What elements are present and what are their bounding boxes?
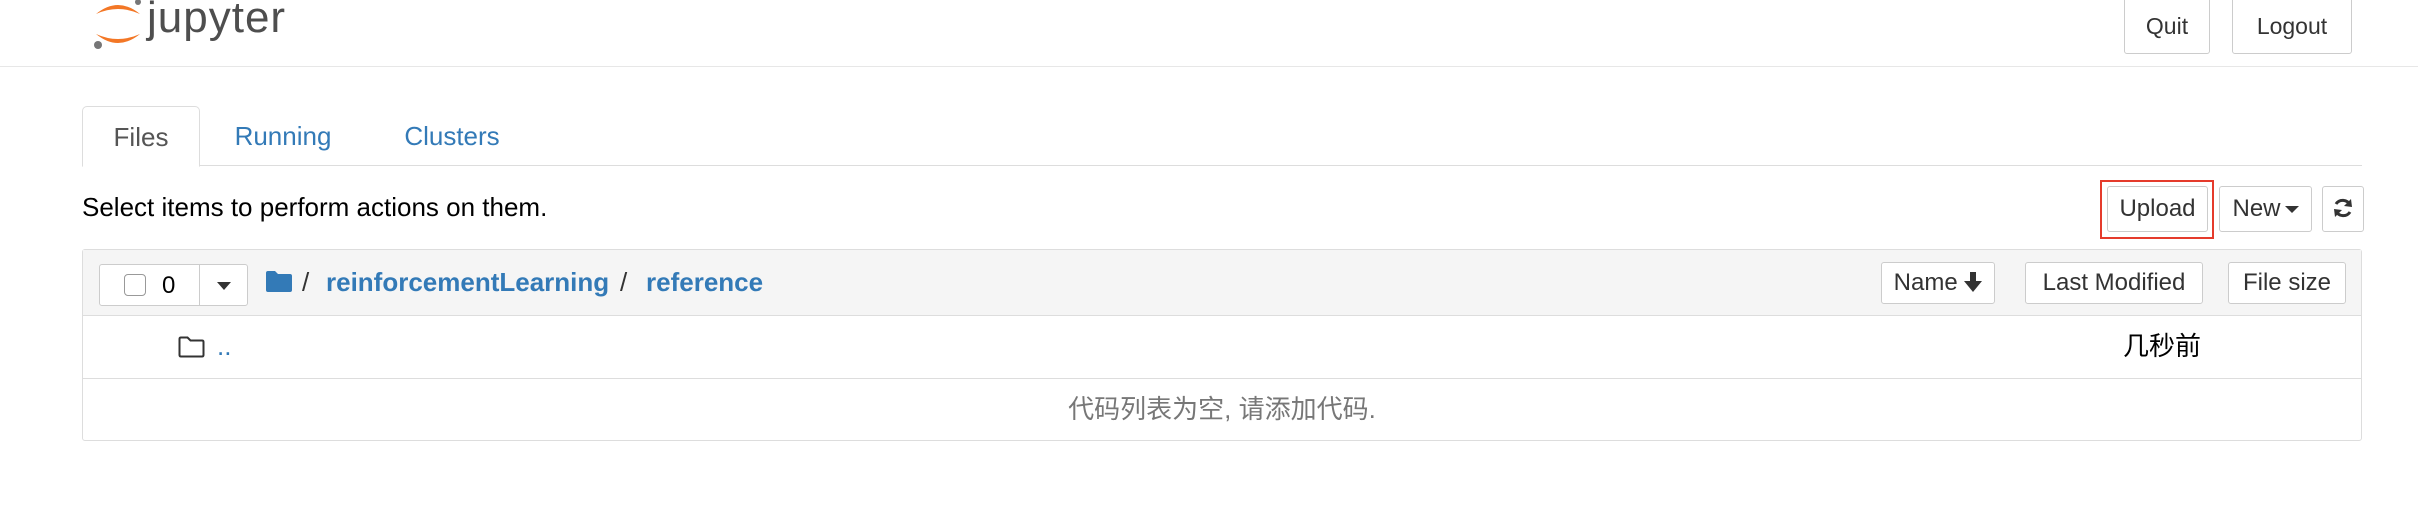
folder-root-icon[interactable] xyxy=(266,270,292,292)
refresh-button[interactable] xyxy=(2322,186,2364,232)
selected-count: 0 xyxy=(162,272,176,299)
header-bar: jupyter Quit Logout xyxy=(0,0,2418,67)
select-all-checkbox[interactable] xyxy=(124,274,146,296)
jupyter-logo-icon[interactable] xyxy=(88,0,148,56)
quit-button[interactable]: Quit xyxy=(2124,0,2210,54)
tab-clusters[interactable]: Clusters xyxy=(372,106,532,167)
arrow-down-icon xyxy=(1964,272,1983,293)
logout-button[interactable]: Logout xyxy=(2232,0,2352,54)
last-modified-value: 几秒前 xyxy=(2123,331,2202,361)
select-divider xyxy=(199,265,200,305)
file-list-header: 0 / reinforcementLearning / reference Na… xyxy=(83,250,2361,316)
select-dropdown-caret-icon[interactable] xyxy=(217,282,231,290)
upload-button[interactable]: Upload xyxy=(2107,186,2208,232)
file-list: 0 / reinforcementLearning / reference Na… xyxy=(82,249,2362,441)
sort-name-label: Name xyxy=(1893,269,1958,296)
empty-list-message: 代码列表为空, 请添加代码. xyxy=(1068,394,1376,424)
new-dropdown-button[interactable]: New xyxy=(2219,186,2312,232)
breadcrumb-item-reference[interactable]: reference xyxy=(646,264,763,300)
selection-hint: Select items to perform actions on them. xyxy=(82,192,548,222)
parent-directory-link[interactable]: .. xyxy=(217,328,231,364)
caret-down-icon xyxy=(2284,206,2299,214)
sort-by-name-button[interactable]: Name xyxy=(1881,262,1995,304)
jupyter-logo-text[interactable]: jupyter xyxy=(147,0,286,48)
tab-bar: Files Running Clusters xyxy=(82,106,2362,167)
breadcrumb-item-reinforcementlearning[interactable]: reinforcementLearning xyxy=(326,264,609,300)
sort-by-size-button[interactable]: File size xyxy=(2228,262,2346,304)
tab-running[interactable]: Running xyxy=(208,106,358,167)
list-item[interactable]: .. 几秒前 xyxy=(83,316,2361,379)
breadcrumb-separator: / xyxy=(620,267,628,297)
folder-outline-icon xyxy=(178,336,205,358)
breadcrumb-separator: / xyxy=(302,267,310,297)
empty-list-row: 代码列表为空, 请添加代码. xyxy=(83,379,2361,441)
sort-by-modified-button[interactable]: Last Modified xyxy=(2025,262,2203,304)
select-all-group: 0 xyxy=(99,264,248,306)
refresh-icon xyxy=(2334,199,2352,218)
new-button-label: New xyxy=(2232,195,2281,222)
tab-files[interactable]: Files xyxy=(82,106,200,167)
